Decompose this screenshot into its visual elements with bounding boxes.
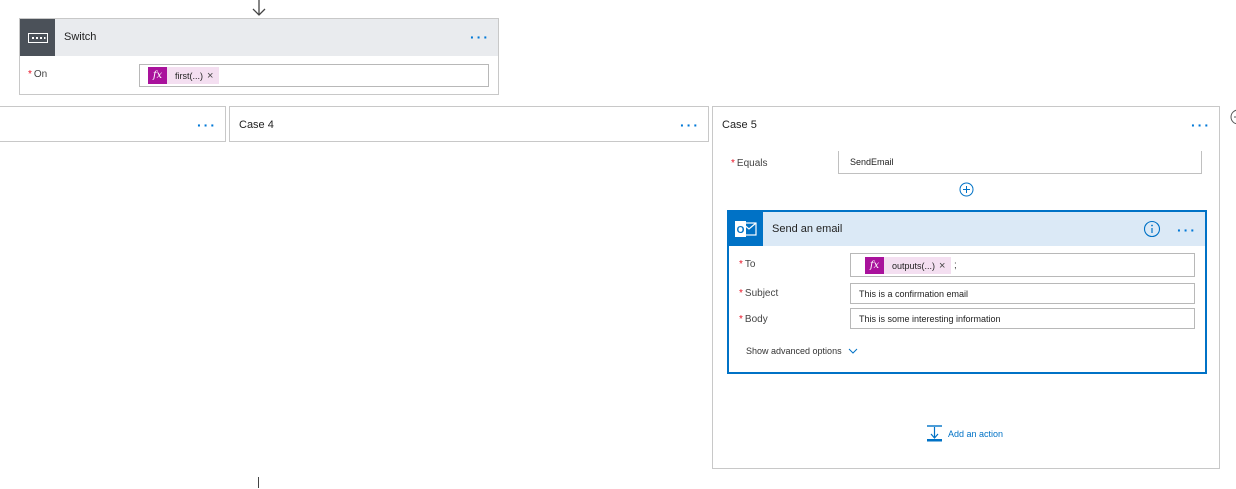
subject-label-text: Subject	[744, 288, 779, 299]
token-remove-button[interactable]: ×	[939, 260, 951, 272]
required-mark: *	[731, 158, 735, 169]
expression-token[interactable]: fx outputs(...) ×	[865, 257, 952, 274]
required-mark: *	[739, 288, 743, 299]
fx-icon: fx	[148, 67, 167, 84]
token-text: outputs(...)	[892, 260, 936, 271]
advanced-options-label: Show advanced options	[746, 346, 842, 356]
case5-card[interactable]: Case 5 ··· * Equals SendEmail O Send an e…	[712, 106, 1220, 469]
add-action-label: Add an action	[948, 428, 1004, 439]
info-icon[interactable]	[1143, 220, 1161, 238]
to-label-text: To	[744, 259, 756, 270]
token-remove-button[interactable]: ×	[207, 70, 219, 82]
case4-more-button[interactable]: ···	[680, 118, 700, 132]
send-email-card[interactable]: O Send an email ··· * To fx outputs(...) …	[727, 210, 1207, 374]
equals-label-text: Equals	[736, 158, 768, 169]
body-label: * Body	[739, 314, 768, 325]
to-separator: ;	[954, 260, 957, 271]
case-card-previous[interactable]: ···	[0, 106, 226, 142]
equals-label: * Equals	[731, 158, 767, 169]
subject-input[interactable]: This is a confirmation email	[850, 283, 1195, 304]
switch-more-button[interactable]: ···	[470, 30, 490, 44]
show-advanced-options-toggle[interactable]: Show advanced options	[746, 346, 858, 356]
send-email-more-button[interactable]: ···	[1177, 223, 1197, 237]
subject-label: * Subject	[739, 288, 778, 299]
switch-title: Switch	[64, 31, 97, 43]
outlook-icon: O	[729, 212, 763, 246]
fx-icon: fx	[865, 257, 884, 274]
required-mark: *	[739, 259, 743, 270]
required-mark: *	[739, 314, 743, 325]
token-text: first(...)	[175, 70, 203, 81]
chevron-down-icon	[848, 348, 857, 354]
add-action-icon	[927, 425, 942, 442]
on-label-text: On	[33, 69, 48, 80]
required-mark: *	[28, 69, 32, 80]
switch-card[interactable]: Switch ··· * On fx first(...) ×	[19, 18, 499, 95]
body-input[interactable]: This is some interesting information	[850, 308, 1195, 329]
send-email-title: Send an email	[772, 223, 843, 235]
case5-more-button[interactable]: ···	[1191, 118, 1211, 132]
svg-text:O: O	[737, 225, 745, 236]
insert-step-icon[interactable]	[959, 182, 974, 197]
flow-connector-line	[258, 477, 259, 488]
switch-header[interactable]: Switch ···	[20, 19, 498, 56]
case-previous-more-button[interactable]: ···	[197, 118, 217, 132]
add-case-icon[interactable]	[1226, 108, 1236, 126]
add-an-action-button[interactable]: Add an action	[926, 425, 1003, 442]
to-label: * To	[739, 259, 755, 270]
switch-on-label: * On	[28, 69, 47, 80]
expression-token[interactable]: fx first(...) ×	[148, 67, 220, 84]
case4-card[interactable]: Case 4 ···	[229, 106, 709, 142]
switch-on-input[interactable]: fx first(...) ×	[139, 64, 489, 87]
case4-title: Case 4	[239, 119, 274, 131]
body-label-text: Body	[744, 314, 768, 325]
flow-arrow-icon	[252, 0, 266, 16]
switch-icon	[20, 19, 55, 56]
equals-input[interactable]: SendEmail	[838, 151, 1202, 174]
send-email-header[interactable]: O Send an email ···	[729, 212, 1205, 246]
case5-title: Case 5	[722, 119, 757, 131]
to-input[interactable]: fx outputs(...) × ;	[850, 253, 1195, 277]
